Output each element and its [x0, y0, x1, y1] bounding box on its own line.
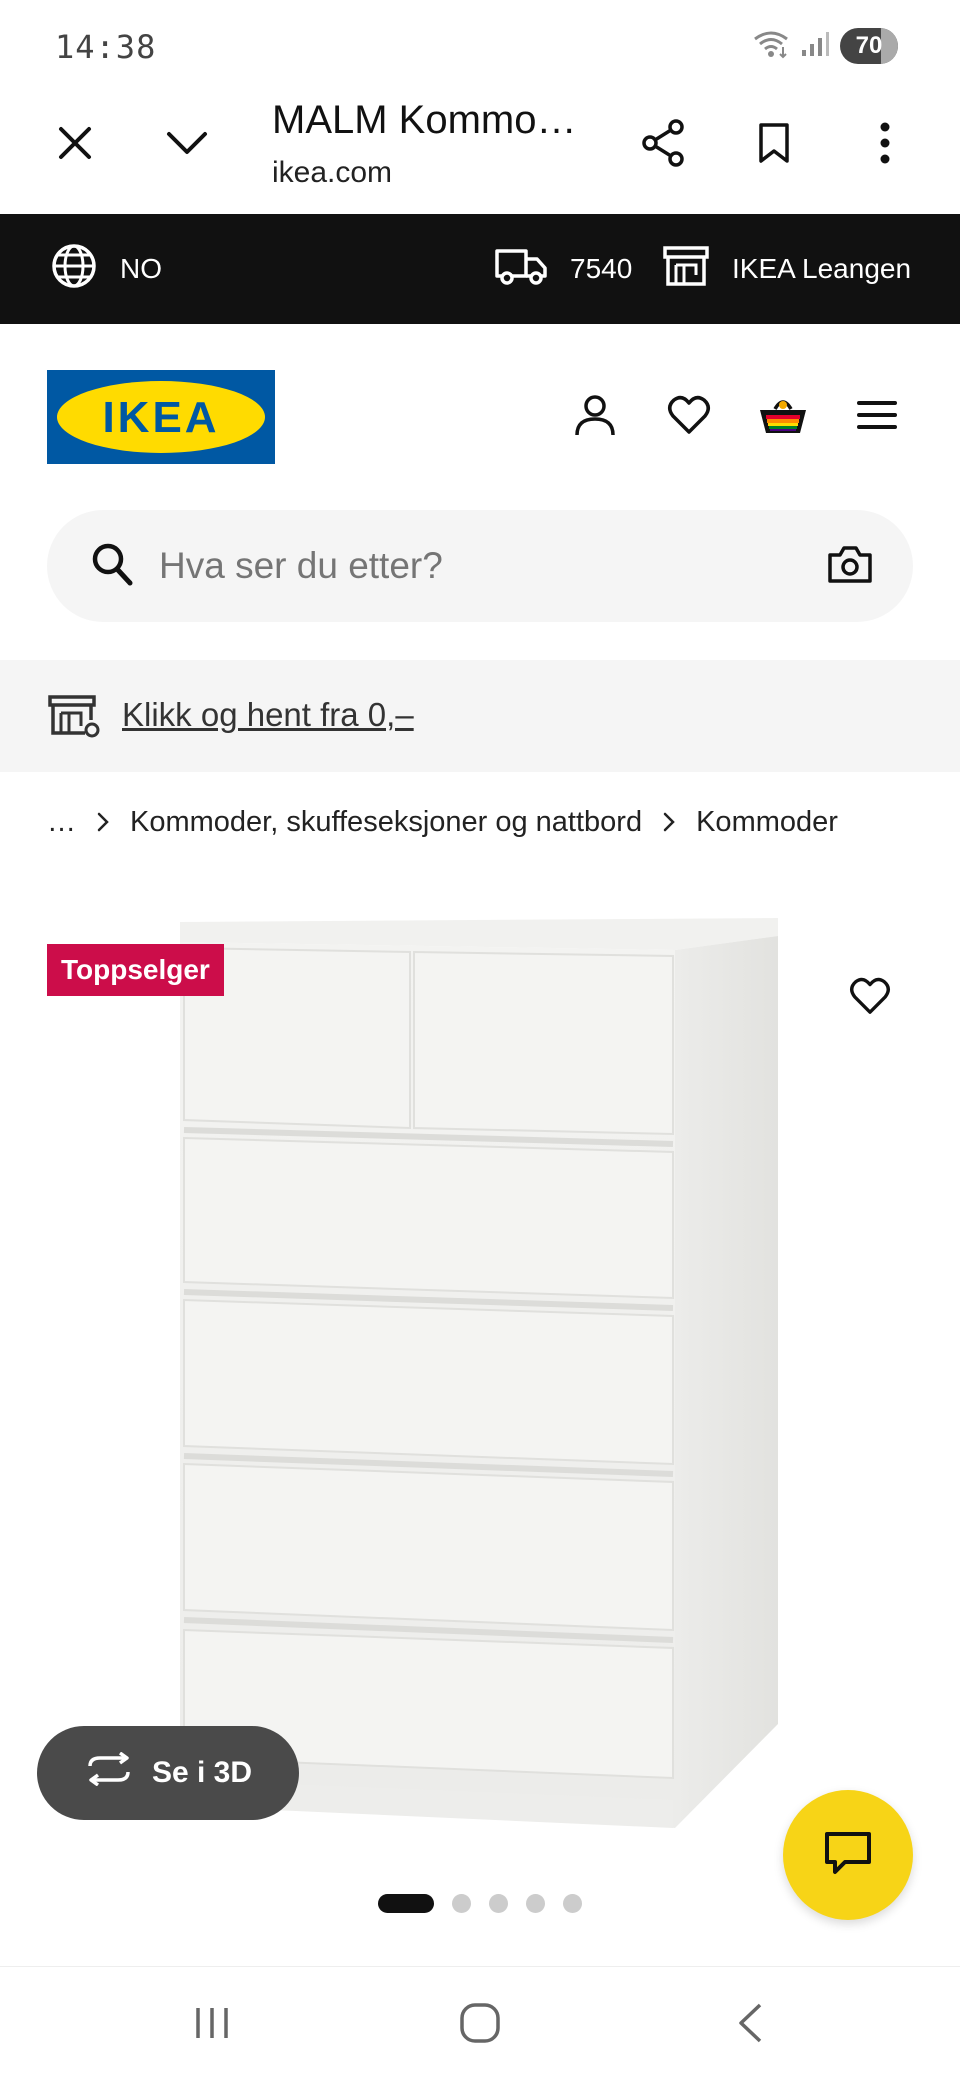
country-selector[interactable]: NO	[50, 214, 162, 324]
store-name: IKEA Leangen	[732, 253, 912, 284]
chevron-down-icon	[165, 130, 209, 161]
top-info-strip: NO 7540 IKEA Leangen	[0, 214, 960, 324]
wifi-icon	[752, 29, 790, 64]
recent-apps-button[interactable]	[177, 1995, 247, 2055]
browser-toolbar: MALM Kommo… ikea.com	[0, 90, 960, 212]
cart-button[interactable]	[755, 389, 811, 445]
minimize-button[interactable]	[152, 110, 222, 180]
share-icon	[640, 118, 686, 172]
search-input[interactable]	[159, 510, 759, 622]
store-selector[interactable]: IKEA Leangen	[662, 214, 911, 324]
user-icon	[573, 393, 617, 442]
image-carousel-dots	[378, 1894, 582, 1913]
close-tab-button[interactable]	[40, 110, 110, 180]
chat-button[interactable]	[783, 1790, 913, 1920]
carousel-dot[interactable]	[526, 1894, 545, 1913]
battery-indicator: 70	[840, 28, 898, 64]
heart-icon	[849, 977, 891, 1020]
heart-icon	[667, 395, 711, 440]
status-bar: 14:38 70	[0, 0, 960, 90]
hamburger-icon	[857, 399, 897, 436]
header-icons	[567, 389, 905, 445]
rotate-3d-icon	[84, 1751, 134, 1794]
page-title: MALM Kommo…	[272, 98, 577, 142]
breadcrumb-category[interactable]: Kommoder, skuffeseksjoner og nattbord	[130, 806, 642, 839]
home-button[interactable]	[445, 1995, 515, 2055]
click-collect-icon	[47, 694, 101, 743]
promo-strip: Klikk og hent fra 0,–	[0, 660, 960, 772]
store-icon	[662, 245, 710, 294]
top-seller-badge: Toppselger	[47, 944, 224, 996]
search-bar	[47, 510, 913, 622]
breadcrumb-current[interactable]: Kommoder	[696, 806, 838, 839]
system-navigation-bar	[0, 1966, 960, 2080]
more-vert-icon	[879, 121, 891, 170]
view-in-3d-button[interactable]: Se i 3D	[37, 1726, 299, 1820]
more-options-button[interactable]	[850, 110, 920, 180]
share-button[interactable]	[628, 110, 698, 180]
product-image[interactable]	[180, 916, 780, 1836]
signal-icon	[800, 30, 830, 63]
carousel-dot[interactable]	[563, 1894, 582, 1913]
home-icon	[459, 2002, 501, 2049]
carousel-dot[interactable]	[452, 1894, 471, 1913]
chevron-right-icon	[656, 809, 682, 835]
menu-button[interactable]	[849, 389, 905, 445]
carousel-dot[interactable]	[378, 1894, 434, 1913]
chat-icon	[823, 1830, 873, 1881]
carousel-dot[interactable]	[489, 1894, 508, 1913]
basket-icon	[758, 393, 808, 442]
ikea-logo[interactable]: IKEA	[47, 370, 275, 464]
back-icon	[736, 2002, 764, 2049]
chevron-right-icon	[90, 809, 116, 835]
account-button[interactable]	[567, 389, 623, 445]
country-code: NO	[120, 253, 162, 284]
close-icon	[57, 125, 93, 166]
page-domain: ikea.com	[272, 156, 393, 189]
globe-icon	[50, 242, 98, 297]
breadcrumb-ellipsis[interactable]: …	[47, 806, 76, 839]
bookmark-icon	[757, 121, 791, 170]
add-to-wishlist-button[interactable]	[840, 968, 900, 1028]
postcode-text: 7540	[570, 253, 633, 284]
bookmark-button[interactable]	[739, 110, 809, 180]
wishlist-button[interactable]	[661, 389, 717, 445]
back-button[interactable]	[715, 1995, 785, 2055]
delivery-postcode[interactable]: 7540	[494, 214, 632, 324]
view-in-3d-label: Se i 3D	[151, 1756, 253, 1789]
camera-search-icon[interactable]	[827, 544, 873, 589]
svg-text:IKEA: IKEA	[102, 393, 219, 442]
product-gallery: Toppselger Se i 3D	[0, 880, 960, 1920]
click-collect-link[interactable]: Klikk og hent fra 0,–	[122, 696, 414, 734]
search-icon	[91, 542, 133, 591]
site-header: IKEA	[0, 324, 960, 504]
recent-apps-icon	[192, 2005, 232, 2046]
truck-icon	[494, 246, 548, 293]
breadcrumb: … Kommoder, skuffeseksjoner og nattbord …	[47, 800, 838, 844]
status-time: 14:38	[55, 28, 157, 66]
status-icons: 70	[752, 28, 898, 64]
